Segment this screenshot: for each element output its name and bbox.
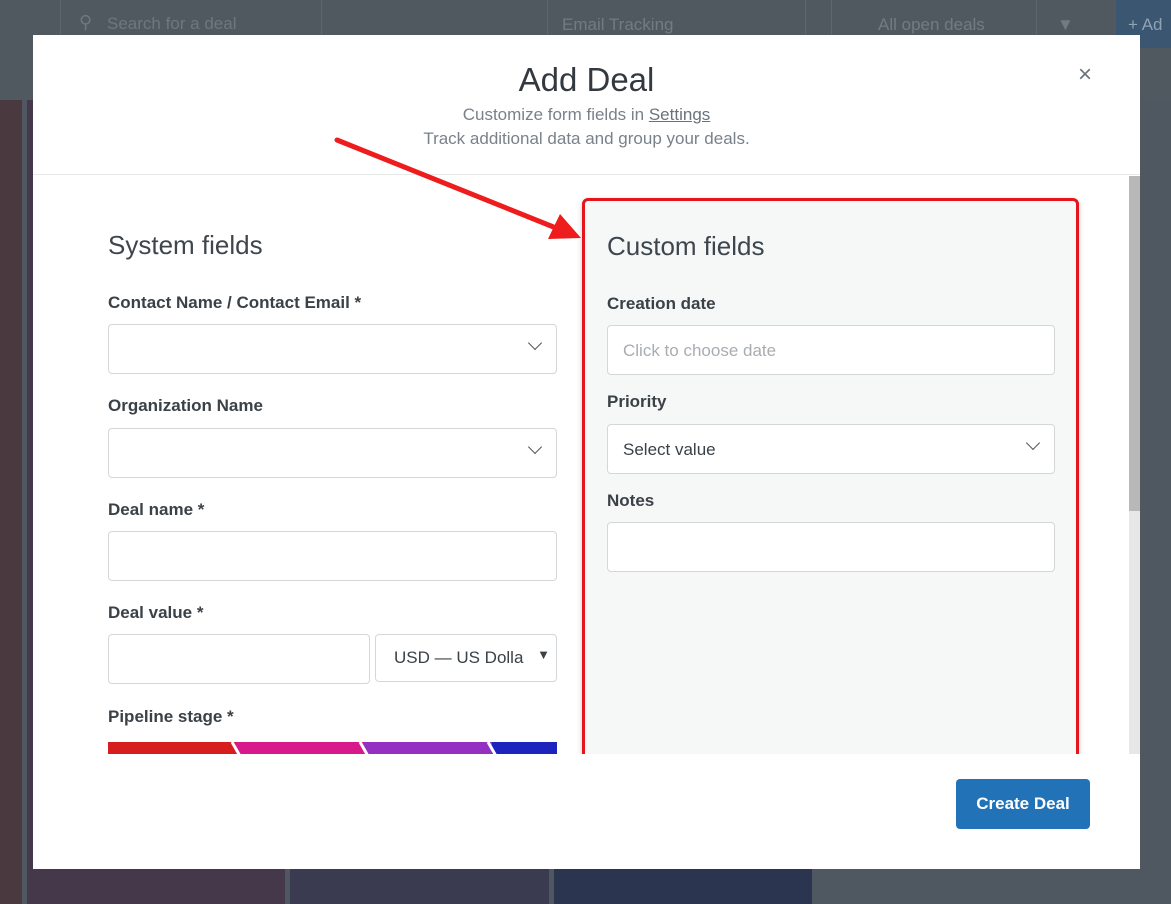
notes-label: Notes xyxy=(607,491,655,510)
chevron-down-icon xyxy=(527,335,543,351)
chevron-down-icon xyxy=(1025,435,1041,451)
creation-date-label: Creation date xyxy=(607,294,716,313)
notes-input[interactable] xyxy=(607,522,1055,572)
deal-value-input[interactable] xyxy=(108,634,370,684)
pipeline-stage-4[interactable] xyxy=(492,742,557,754)
search-placeholder: Search for a deal xyxy=(107,14,237,33)
modal-header: Add Deal Customize form fields in Settin… xyxy=(33,35,1140,175)
system-fields-title: System fields xyxy=(108,230,263,260)
subtitle-line2: Track additional data and group your dea… xyxy=(423,129,750,148)
scrollbar-thumb[interactable] xyxy=(1129,176,1140,511)
priority-label: Priority xyxy=(607,392,667,411)
pipeline-stage-2[interactable] xyxy=(236,742,364,754)
pipeline-select-value: Email Tracking xyxy=(562,15,674,34)
create-deal-button[interactable]: Create Deal xyxy=(956,779,1090,829)
contact-select[interactable] xyxy=(108,324,557,374)
close-icon[interactable]: × xyxy=(1078,61,1092,89)
priority-select[interactable]: Select value xyxy=(607,424,1055,474)
pipeline-stage-1[interactable] xyxy=(108,742,236,754)
pipeline-stage-label: Pipeline stage * xyxy=(108,707,234,726)
filter-select-value: All open deals xyxy=(878,15,985,34)
scrollbar[interactable] xyxy=(1129,176,1140,754)
deal-name-label: Deal name * xyxy=(108,500,205,519)
contact-label: Contact Name / Contact Email * xyxy=(108,293,362,312)
settings-link[interactable]: Settings xyxy=(649,105,710,124)
add-deal-modal: Add Deal Customize form fields in Settin… xyxy=(33,35,1140,869)
organization-select[interactable] xyxy=(108,428,557,478)
deal-value-label: Deal value * xyxy=(108,603,204,622)
modal-body: System fields Contact Name / Contact Ema… xyxy=(33,176,1140,754)
organization-label: Organization Name xyxy=(108,396,263,415)
subtitle-text: Customize form fields in xyxy=(462,105,649,124)
modal-title: Add Deal xyxy=(518,61,655,98)
custom-fields-panel: Custom fields Creation date Click to cho… xyxy=(582,198,1079,754)
chevron-down-icon: ▼ xyxy=(537,647,550,662)
chevron-down-icon xyxy=(527,439,543,455)
pipeline-stage-selector[interactable] xyxy=(108,742,557,754)
search-icon: ⚲ xyxy=(79,12,93,32)
creation-date-input[interactable]: Click to choose date xyxy=(607,325,1055,375)
currency-value: USD — US Dolla xyxy=(394,648,524,667)
pipeline-column xyxy=(0,100,22,904)
priority-value: Select value xyxy=(623,440,716,459)
deal-name-input[interactable] xyxy=(108,531,557,581)
currency-select[interactable]: USD — US Dolla ▼ xyxy=(375,634,557,682)
pipeline-stage-3[interactable] xyxy=(364,742,492,754)
custom-fields-title: Custom fields xyxy=(607,231,765,261)
modal-subtitle: Customize form fields in Settings Track a… xyxy=(33,103,1140,151)
